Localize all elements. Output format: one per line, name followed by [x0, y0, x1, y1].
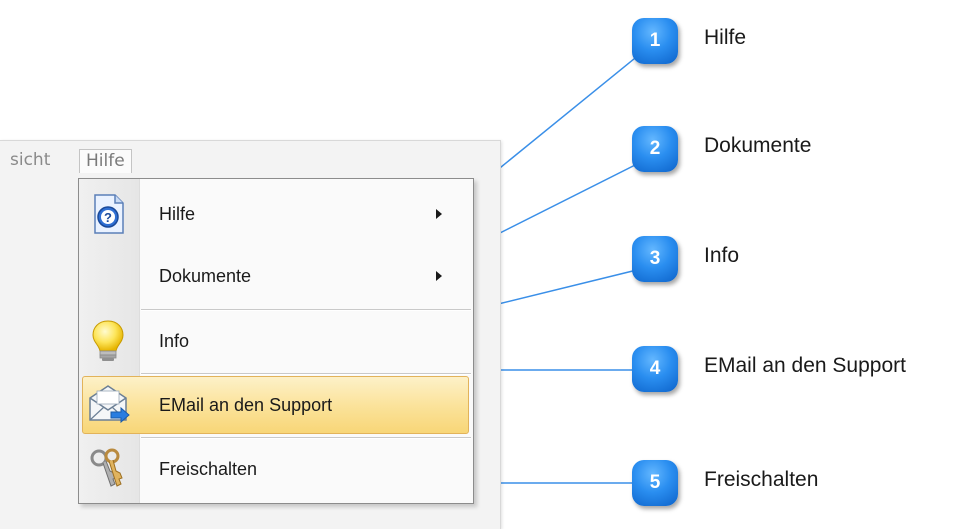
- menu-item-label: Dokumente: [159, 265, 252, 286]
- callout-badge-2: 2: [632, 126, 678, 172]
- menu-item-label: Hilfe: [159, 203, 196, 224]
- callout-label-5: Freischalten: [704, 468, 819, 491]
- lightbulb-icon: [85, 318, 131, 364]
- callout-badge-3: 3: [632, 236, 678, 282]
- menu-item-freischalten[interactable]: Freischalten: [79, 438, 473, 500]
- menu-item-email-support[interactable]: EMail an den Support: [79, 374, 473, 436]
- callout-badge-5: 5: [632, 460, 678, 506]
- hilfe-dropdown-menu: ? Hilfe Dokumente Info EMail an den Supp…: [78, 178, 474, 504]
- help-icon: ?: [85, 191, 131, 237]
- callout-line-2: [489, 159, 646, 239]
- submenu-arrow-icon: [436, 271, 442, 281]
- callout-label-1: Hilfe: [704, 26, 747, 49]
- menu-item-info[interactable]: Info: [79, 310, 473, 372]
- callout-badge-4: 4: [632, 346, 678, 392]
- callout-line-1: [489, 49, 646, 177]
- menu-item-hilfe[interactable]: ? Hilfe: [79, 183, 473, 245]
- menu-item-label: EMail an den Support: [159, 394, 333, 415]
- menubar-item-ansicht[interactable]: sicht: [0, 149, 56, 173]
- callout-label-3: Info: [704, 244, 740, 267]
- menubar-item-hilfe[interactable]: Hilfe: [79, 149, 132, 173]
- callout-label-4: EMail an den Support: [704, 354, 906, 377]
- email-icon: [85, 382, 131, 428]
- menu-item-dokumente[interactable]: Dokumente: [79, 245, 473, 307]
- menu-item-label: Info: [159, 330, 190, 351]
- keys-icon: [85, 446, 131, 492]
- submenu-arrow-icon: [436, 209, 442, 219]
- callout-line-3: [489, 267, 646, 307]
- callout-badge-1: 1: [632, 18, 678, 64]
- menu-item-label: Freischalten: [159, 458, 258, 479]
- callout-label-2: Dokumente: [704, 134, 812, 157]
- svg-text:?: ?: [104, 210, 112, 225]
